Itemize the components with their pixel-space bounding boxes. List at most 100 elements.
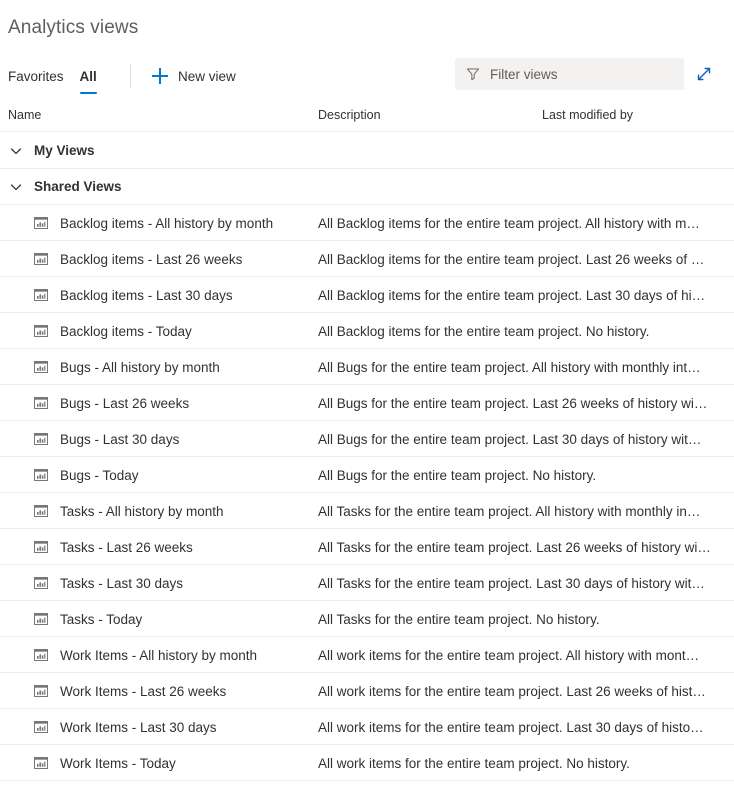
new-view-button[interactable]: New view (144, 60, 244, 92)
row-description-cell: All work items for the entire team proje… (318, 745, 726, 781)
filter-views-box[interactable] (455, 58, 684, 90)
group-header-0[interactable]: My Views (0, 133, 734, 169)
analytics-view-icon (33, 323, 49, 339)
analytics-view-icon (33, 359, 49, 375)
column-header-last-modified-by[interactable]: Last modified by (542, 108, 633, 122)
row-name-label: Backlog items - All history by month (60, 215, 274, 231)
chevron-down-icon[interactable] (8, 179, 24, 195)
row-name-cell[interactable]: Work Items - Today (33, 745, 311, 781)
row-description-label: All Backlog items for the entire team pr… (318, 287, 706, 303)
row-description-label: All work items for the entire team proje… (318, 719, 704, 735)
tab-all[interactable]: All (72, 56, 105, 96)
group-header-1[interactable]: Shared Views (0, 169, 734, 205)
expand-full-screen-button[interactable] (692, 62, 716, 86)
analytics-view-icon (33, 431, 49, 447)
table-row[interactable]: Tasks - All history by month All Tasks fo… (0, 493, 734, 529)
analytics-view-icon (33, 251, 49, 267)
table-row[interactable]: Bugs - Today All Bugs for the entire team… (0, 457, 734, 493)
row-name-cell[interactable]: Tasks - Last 30 days (33, 565, 311, 601)
row-name-cell[interactable]: Backlog items - Last 26 weeks (33, 241, 311, 277)
row-description-cell: All Backlog items for the entire team pr… (318, 205, 726, 241)
row-description-cell: All Bugs for the entire team project. Al… (318, 349, 726, 385)
row-name-cell[interactable]: Bugs - Last 26 weeks (33, 385, 311, 421)
row-name-label: Work Items - Last 26 weeks (60, 683, 227, 699)
row-description-label: All Bugs for the entire team project. La… (318, 431, 702, 447)
command-bar-divider (130, 64, 131, 88)
row-description-label: All Bugs for the entire team project. La… (318, 395, 708, 411)
table-row[interactable]: Backlog items - Last 30 days All Backlog … (0, 277, 734, 313)
analytics-view-icon (33, 467, 49, 483)
table-row[interactable]: Bugs - Last 26 weeks All Bugs for the ent… (0, 385, 734, 421)
analytics-view-icon (33, 503, 49, 519)
table-row[interactable]: Backlog items - Today All Backlog items f… (0, 313, 734, 349)
row-name-cell[interactable]: Backlog items - All history by month (33, 205, 311, 241)
row-name-cell[interactable]: Work Items - Last 30 days (33, 709, 311, 745)
table-row[interactable]: Tasks - Last 26 weeks All Tasks for the e… (0, 529, 734, 565)
row-name-cell[interactable]: Tasks - Today (33, 601, 311, 637)
row-name-cell[interactable]: Tasks - All history by month (33, 493, 311, 529)
row-name-label: Work Items - All history by month (60, 647, 258, 663)
row-name-cell[interactable]: Bugs - Today (33, 457, 311, 493)
table-row[interactable]: Work Items - All history by month All wor… (0, 637, 734, 673)
row-name-cell[interactable]: Work Items - All history by month (33, 637, 311, 673)
analytics-view-icon (33, 539, 49, 555)
row-description-cell: All work items for the entire team proje… (318, 673, 726, 709)
row-name-cell[interactable]: Bugs - Last 30 days (33, 421, 311, 457)
row-name-label: Backlog items - Last 30 days (60, 287, 233, 303)
analytics-view-icon (33, 719, 49, 735)
analytics-view-icon (33, 683, 49, 699)
filter-views-input[interactable] (490, 66, 676, 82)
row-description-cell: All Tasks for the entire team project. L… (318, 529, 726, 565)
row-name-cell[interactable]: Work Items - Last 26 weeks (33, 673, 311, 709)
pivot-tabs: Favorites All (8, 56, 105, 96)
expand-diagonal-icon (697, 67, 711, 81)
table-row[interactable]: Bugs - All history by month All Bugs for … (0, 349, 734, 385)
row-description-label: All Backlog items for the entire team pr… (318, 251, 705, 267)
row-name-cell[interactable]: Tasks - Last 26 weeks (33, 529, 311, 565)
row-description-label: All Tasks for the entire team project. L… (318, 575, 705, 591)
column-header-description[interactable]: Description (318, 108, 381, 122)
table-row[interactable]: Work Items - Today All work items for the… (0, 745, 734, 781)
column-headers: Name Description Last modified by (0, 100, 734, 132)
row-name-cell[interactable]: Backlog items - Last 30 days (33, 277, 311, 313)
table-row[interactable]: Bugs - Last 30 days All Bugs for the enti… (0, 421, 734, 457)
row-name-label: Tasks - Last 30 days (60, 575, 184, 591)
table-row[interactable]: Backlog items - Last 26 weeks All Backlog… (0, 241, 734, 277)
row-description-label: All Bugs for the entire team project. No… (318, 467, 597, 483)
row-description-cell: All Bugs for the entire team project. La… (318, 385, 726, 421)
table-row[interactable]: Work Items - Last 26 weeks All work items… (0, 673, 734, 709)
analytics-view-icon (33, 647, 49, 663)
chevron-down-icon[interactable] (8, 143, 24, 159)
column-header-name[interactable]: Name (8, 108, 41, 122)
row-description-label: All Tasks for the entire team project. N… (318, 611, 600, 627)
row-name-label: Tasks - Last 26 weeks (60, 539, 193, 555)
row-description-cell: All Backlog items for the entire team pr… (318, 313, 726, 349)
row-description-label: All Tasks for the entire team project. L… (318, 539, 711, 555)
row-description-cell: All work items for the entire team proje… (318, 637, 726, 673)
page-title: Analytics views (8, 17, 139, 38)
tab-favorites-label: Favorites (8, 68, 64, 84)
funnel-icon (466, 67, 480, 81)
analytics-view-icon (33, 287, 49, 303)
row-name-label: Work Items - Last 30 days (60, 719, 217, 735)
tab-favorites[interactable]: Favorites (8, 56, 72, 96)
row-name-label: Tasks - All history by month (60, 503, 224, 519)
table-row[interactable]: Work Items - Last 30 days All work items … (0, 709, 734, 745)
row-name-cell[interactable]: Backlog items - Today (33, 313, 311, 349)
table-row[interactable]: Tasks - Today All Tasks for the entire te… (0, 601, 734, 637)
table-row[interactable]: Tasks - Last 30 days All Tasks for the en… (0, 565, 734, 601)
row-description-cell: All Tasks for the entire team project. N… (318, 601, 726, 637)
row-description-cell: All Bugs for the entire team project. No… (318, 457, 726, 493)
row-name-cell[interactable]: Bugs - All history by month (33, 349, 311, 385)
row-description-label: All work items for the entire team proje… (318, 647, 700, 663)
analytics-view-icon (33, 215, 49, 231)
analytics-view-icon (33, 755, 49, 771)
row-name-label: Tasks - Today (60, 611, 143, 627)
row-description-cell: All Backlog items for the entire team pr… (318, 241, 726, 277)
row-description-cell: All work items for the entire team proje… (318, 709, 726, 745)
row-name-label: Work Items - Today (60, 755, 176, 771)
row-description-cell: All Tasks for the entire team project. A… (318, 493, 726, 529)
group-header-label: My Views (34, 143, 95, 158)
row-description-cell: All Bugs for the entire team project. La… (318, 421, 726, 457)
table-row[interactable]: Backlog items - All history by month All … (0, 205, 734, 241)
